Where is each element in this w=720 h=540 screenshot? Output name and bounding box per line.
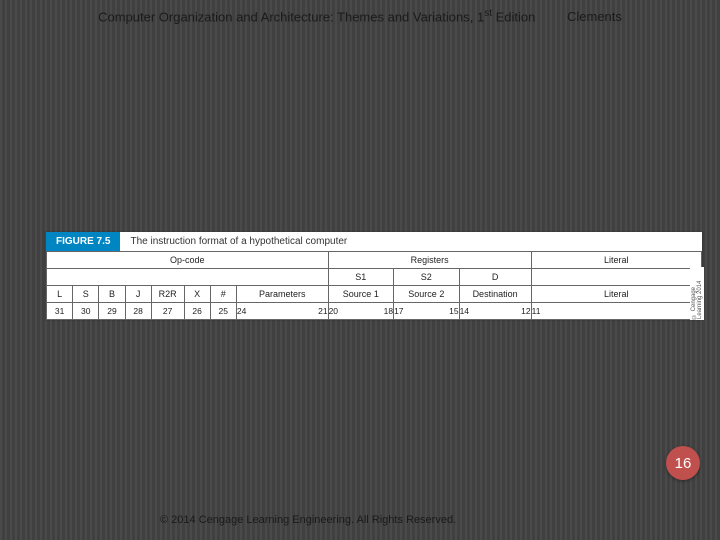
field-hash: #	[210, 286, 236, 303]
bit-26: 26	[184, 303, 210, 320]
field-src2: Source 2	[394, 286, 460, 303]
bit-31: 31	[47, 303, 73, 320]
bit-14: 14	[460, 306, 469, 316]
page-number-badge: 16	[666, 446, 700, 480]
sub-row: S1 S2 D	[47, 269, 702, 286]
field-X: X	[184, 286, 210, 303]
footer-copyright: © 2014 Cengage Learning Engineering. All…	[0, 514, 720, 526]
bit-21: 21	[318, 306, 327, 316]
edition-tail: Edition	[492, 9, 535, 24]
bit-25: 25	[219, 306, 228, 316]
sub-d: D	[459, 269, 531, 286]
field-L: L	[47, 286, 73, 303]
bit-18: 18	[384, 306, 393, 316]
edition-super: st	[484, 8, 492, 19]
figure-badge: FIGURE 7.5	[46, 232, 120, 251]
page-number: 16	[675, 455, 692, 472]
group-literal: Literal	[531, 252, 701, 269]
figure-caption: The instruction format of a hypothetical…	[120, 232, 702, 251]
field-S: S	[73, 286, 99, 303]
bit-28: 28	[125, 303, 151, 320]
field-row: L S B J R2R X # Parameters Source 1 Sour…	[47, 286, 702, 303]
bit-24: 24	[237, 306, 246, 316]
bit-12: 12	[521, 306, 530, 316]
group-opcode: Op-code	[47, 252, 329, 269]
author-name: Clements	[567, 9, 622, 24]
bit-29: 29	[99, 303, 125, 320]
field-dest: Destination	[459, 286, 531, 303]
book-title: Computer Organization and Architecture: …	[98, 9, 484, 24]
instruction-format-diagram: © Cengage Learning 2014 Op-code Register…	[46, 251, 702, 320]
field-params: Parameters	[236, 286, 328, 303]
field-lit: Literal	[531, 286, 701, 303]
bit-20: 20	[329, 306, 338, 316]
bit-30: 30	[73, 303, 99, 320]
instruction-table: Op-code Registers Literal S1 S2 D L S B …	[46, 251, 702, 320]
bit-15: 15	[449, 306, 458, 316]
field-src1: Source 1	[328, 286, 394, 303]
bit-17: 17	[394, 306, 403, 316]
figure-copyright: © Cengage Learning 2014	[690, 267, 704, 320]
field-B: B	[99, 286, 125, 303]
field-J: J	[125, 286, 151, 303]
bit-11: 11	[532, 306, 541, 316]
group-registers: Registers	[328, 252, 531, 269]
sub-s2: S2	[394, 269, 460, 286]
bit-row: 31 30 29 28 27 26 25 24 21 20 18 17 15 14 12…	[47, 303, 702, 320]
group-row: Op-code Registers Literal	[47, 252, 702, 269]
sub-s1: S1	[328, 269, 394, 286]
field-R2R: R2R	[151, 286, 184, 303]
bit-27: 27	[151, 303, 184, 320]
figure-container: FIGURE 7.5 The instruction format of a h…	[46, 232, 702, 320]
slide-header: Computer Organization and Architecture: …	[0, 0, 720, 24]
figure-title-row: FIGURE 7.5 The instruction format of a h…	[46, 232, 702, 251]
